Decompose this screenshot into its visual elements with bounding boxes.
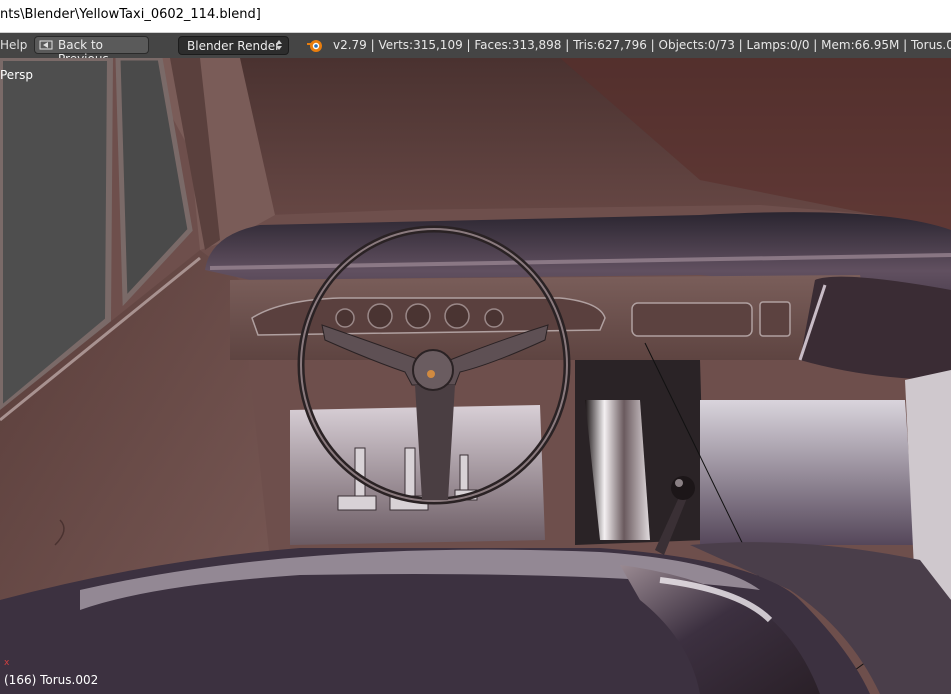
- view-perspective-label: Persp: [0, 68, 33, 82]
- screen-back-icon: [39, 40, 53, 50]
- help-menu[interactable]: Help: [0, 38, 27, 52]
- blender-logo-icon: [307, 40, 322, 52]
- viewport-render: [0, 58, 951, 694]
- updown-arrows-icon: [276, 40, 282, 50]
- axis-x-indicator: x: [4, 658, 10, 668]
- window-title: nts\Blender\YellowTaxi_0602_114.blend]: [0, 7, 261, 22]
- render-engine-value: Blender Render: [187, 39, 281, 53]
- 3d-viewport[interactable]: Persp x (166) Torus.002: [0, 58, 951, 694]
- back-to-previous-button[interactable]: Back to Previous: [34, 36, 149, 66]
- scene-statistics: v2.79 | Verts:315,109 | Faces:313,898 | …: [333, 38, 951, 52]
- render-engine-select[interactable]: Blender Render: [178, 36, 289, 55]
- info-header: Help Back to Previous Blender Render v2.…: [0, 33, 951, 66]
- window-titlebar: nts\Blender\YellowTaxi_0602_114.blend]: [0, 0, 951, 33]
- active-object-label: (166) Torus.002: [4, 673, 99, 687]
